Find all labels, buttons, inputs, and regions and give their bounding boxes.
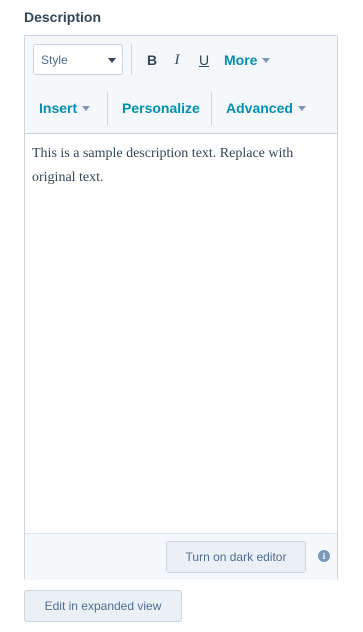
expanded-view-button[interactable]: Edit in expanded view — [24, 590, 182, 622]
info-icon[interactable]: i — [318, 550, 330, 562]
personalize-button[interactable]: Personalize — [122, 100, 200, 116]
advanced-menu-label: Advanced — [226, 100, 293, 116]
more-menu-button[interactable]: More — [224, 52, 271, 68]
chevron-down-icon — [82, 105, 91, 111]
chevron-down-icon — [262, 57, 271, 63]
rich-text-editor: Style B I U More Insert Personalize Adva… — [24, 35, 338, 580]
insert-menu-button[interactable]: Insert — [39, 100, 91, 116]
toolbar-divider — [211, 92, 212, 125]
chevron-down-icon — [108, 58, 116, 63]
more-menu-label: More — [224, 52, 258, 68]
advanced-menu-button[interactable]: Advanced — [226, 100, 306, 116]
underline-button[interactable]: U — [195, 50, 213, 70]
editor-content-area[interactable]: This is a sample description text. Repla… — [32, 142, 330, 190]
editor-footer: Turn on dark editor i — [25, 533, 337, 580]
style-select[interactable]: Style — [33, 44, 123, 75]
toolbar-divider — [131, 44, 132, 75]
bold-button[interactable]: B — [143, 50, 161, 70]
insert-menu-label: Insert — [39, 100, 78, 116]
description-field-label: Description — [24, 9, 102, 25]
chevron-down-icon — [297, 105, 306, 111]
italic-button[interactable]: I — [168, 50, 186, 70]
toolbar-divider — [107, 92, 108, 125]
dark-editor-button[interactable]: Turn on dark editor — [166, 541, 306, 573]
style-select-value: Style — [41, 53, 68, 67]
editor-toolbar: Style B I U More Insert Personalize Adva… — [25, 36, 337, 134]
